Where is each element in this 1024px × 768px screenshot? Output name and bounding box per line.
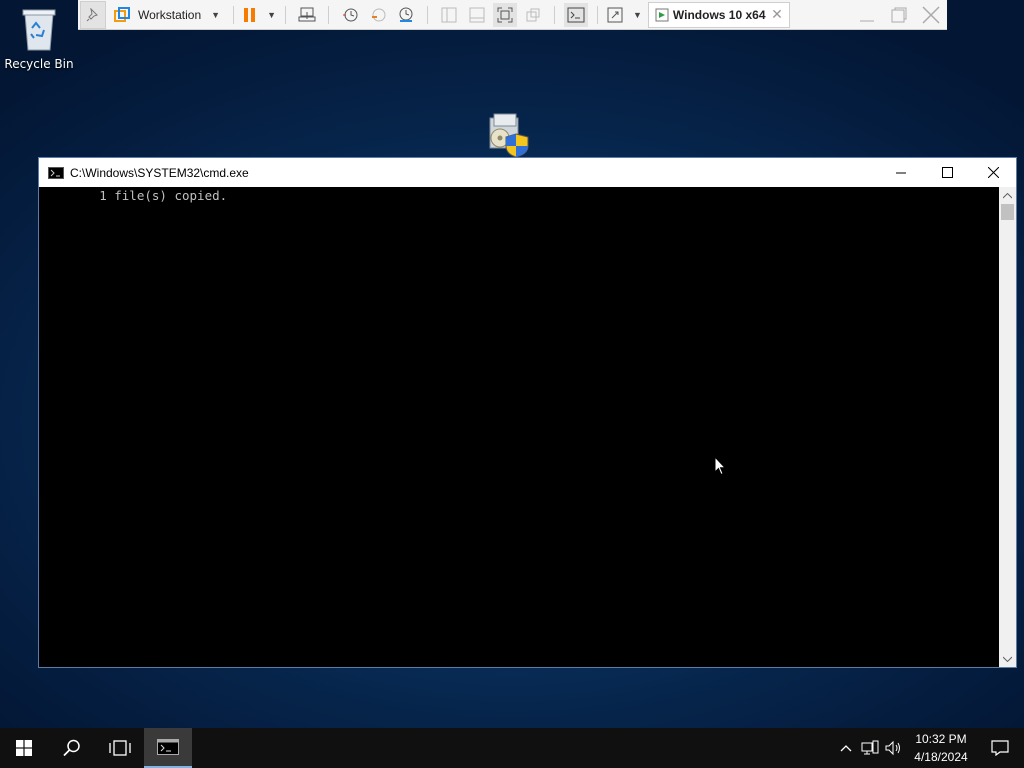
restore-icon — [891, 7, 907, 22]
fit-guest-button[interactable] — [492, 2, 517, 27]
show-library-button[interactable] — [437, 3, 461, 27]
clock-time: 10:32 PM — [915, 732, 967, 746]
taskbar: 10:32 PM 4/18/2024 — [0, 728, 1024, 768]
close-icon — [922, 5, 940, 24]
fit-guest-icon — [497, 7, 513, 22]
show-hidden-icons-button[interactable] — [834, 728, 858, 768]
full-screen-button[interactable]: ▼ — [607, 3, 642, 27]
search-icon — [63, 739, 80, 757]
vm-tab-label: Windows 10 x64 — [672, 7, 766, 22]
toolbar-divider — [233, 5, 235, 24]
scroll-up-arrow-icon[interactable] — [999, 187, 1016, 204]
close-vmware-button[interactable] — [917, 3, 945, 27]
toolbar-divider — [553, 5, 555, 24]
snapshot-button[interactable] — [338, 3, 362, 27]
taskbar-cmd-button[interactable] — [144, 728, 192, 768]
start-button[interactable] — [0, 728, 48, 768]
network-button[interactable] — [858, 728, 882, 768]
system-tray: 10:32 PM 4/18/2024 — [834, 728, 1024, 768]
clock-date: 4/18/2024 — [914, 750, 968, 764]
cmd-minimize-button[interactable] — [878, 158, 924, 187]
vm-tab[interactable]: Windows 10 x64 ✕ — [647, 1, 790, 28]
toolbar-divider — [596, 5, 598, 24]
cmd-vertical-scrollbar[interactable] — [999, 187, 1016, 667]
recycle-bin-desktop-icon[interactable]: Recycle Bin — [4, 6, 74, 71]
cmd-titlebar[interactable]: C:\Windows\SYSTEM32\cmd.exe — [39, 158, 1016, 187]
workstation-label: Workstation — [138, 7, 202, 22]
snapshot-manager-button[interactable] — [394, 3, 418, 27]
thumbnail-bar-button[interactable] — [465, 3, 489, 27]
revert-snapshot-icon — [371, 8, 386, 21]
installer-shield-icon — [489, 113, 529, 158]
send-keys-icon — [298, 7, 316, 21]
revert-snapshot-button[interactable] — [366, 3, 390, 27]
recycle-bin-icon — [22, 9, 56, 51]
action-center-button[interactable] — [976, 728, 1024, 768]
taskbar-clock[interactable]: 10:32 PM 4/18/2024 — [906, 730, 976, 766]
installer-desktop-icon[interactable] — [484, 110, 532, 158]
windows-logo-icon — [16, 740, 32, 756]
cmd-console-area[interactable]: 1 file(s) copied. — [39, 187, 1016, 667]
cmd-output-text: 1 file(s) copied. — [39, 188, 228, 203]
maximize-icon — [941, 167, 953, 178]
vm-running-icon — [655, 8, 669, 21]
pin-icon — [86, 7, 98, 21]
console-view-button[interactable] — [563, 2, 588, 27]
snapshot-clock-icon — [342, 8, 358, 21]
chevron-down-icon: ▼ — [211, 9, 221, 20]
toolbar-divider — [327, 5, 329, 24]
cmd-close-button[interactable] — [970, 158, 1016, 187]
console-icon — [567, 7, 585, 22]
cmd-window: C:\Windows\SYSTEM32\cmd.exe 1 file(s) co… — [38, 157, 1017, 668]
task-view-icon — [109, 740, 131, 756]
close-icon — [987, 167, 999, 178]
pause-button[interactable]: ▼ — [243, 3, 276, 27]
snapshot-manager-icon — [399, 7, 413, 22]
chevron-down-icon: ▼ — [632, 9, 642, 20]
recycle-bin-label: Recycle Bin — [4, 57, 74, 71]
minimize-vmware-button[interactable] — [853, 3, 881, 27]
cmd-app-icon — [157, 739, 179, 755]
search-button[interactable] — [48, 728, 96, 768]
workstation-menu[interactable]: Workstation ▼ — [110, 3, 224, 27]
cmd-window-title: C:\Windows\SYSTEM32\cmd.exe — [70, 165, 249, 180]
notification-icon — [991, 740, 1009, 756]
scrollbar-thumb[interactable] — [1001, 204, 1014, 220]
scroll-down-arrow-icon[interactable] — [999, 650, 1016, 667]
volume-button[interactable] — [882, 728, 906, 768]
toolbar-divider — [284, 5, 286, 24]
pause-icon — [244, 7, 256, 22]
library-panel-icon — [441, 7, 457, 22]
unity-button[interactable] — [521, 3, 545, 27]
mouse-pointer-icon — [714, 456, 726, 476]
speaker-icon — [885, 740, 900, 756]
pin-toolbar-button[interactable] — [80, 0, 106, 29]
task-view-button[interactable] — [96, 728, 144, 768]
minimize-icon — [896, 172, 906, 173]
vmware-toolbar: Workstation ▼ ▼ ▼ Windows 10 x64 ✕ — [78, 0, 947, 30]
close-tab-icon[interactable]: ✕ — [771, 6, 783, 23]
network-icon — [861, 740, 879, 755]
chevron-down-icon: ▼ — [267, 9, 276, 20]
thumbnail-bar-icon — [469, 7, 485, 22]
send-ctrl-alt-del-button[interactable] — [295, 3, 319, 27]
chevron-up-icon — [840, 745, 852, 752]
cmd-app-icon — [48, 166, 64, 179]
full-screen-icon — [607, 7, 623, 22]
restore-vmware-button[interactable] — [885, 3, 913, 27]
toolbar-divider — [426, 5, 428, 24]
minimize-icon — [860, 20, 874, 21]
unity-icon — [526, 8, 540, 21]
cmd-maximize-button[interactable] — [924, 158, 970, 187]
vmware-logo-icon — [114, 6, 130, 22]
